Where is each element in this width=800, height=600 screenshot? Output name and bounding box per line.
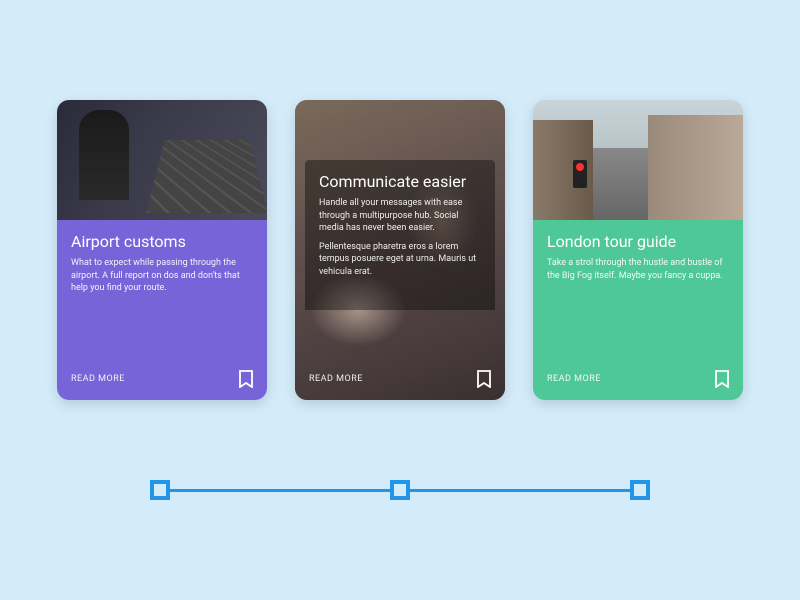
read-more-button[interactable]: READ MORE [547,374,601,384]
bookmark-icon[interactable] [239,370,253,388]
card-footer: READ MORE [57,358,267,400]
bookmark-icon[interactable] [715,370,729,388]
bookmark-icon[interactable] [477,370,491,388]
card-communicate-easier[interactable]: Communicate easier Handle all your messa… [295,100,505,400]
card-body: Communicate easier Handle all your messa… [305,160,495,310]
card-footer: READ MORE [295,358,505,400]
read-more-button[interactable]: READ MORE [71,374,125,384]
card-title: Communicate easier [319,172,481,191]
card-title: London tour guide [547,232,729,251]
card-body: Airport customs What to expect while pas… [57,220,267,400]
cards-container: Airport customs What to expect while pas… [0,0,800,400]
slider-handle[interactable] [150,480,170,500]
read-more-button[interactable]: READ MORE [309,374,363,384]
slider-handle[interactable] [390,480,410,500]
slider-handle[interactable] [630,480,650,500]
slider[interactable] [150,480,650,500]
card-body: London tour guide Take a strol through t… [533,220,743,400]
card-title: Airport customs [71,232,253,251]
card-image [533,100,743,220]
traffic-light-icon [573,160,587,188]
card-footer: READ MORE [533,358,743,400]
card-description: Handle all your messages with ease throu… [319,197,481,279]
card-image [57,100,267,220]
card-london-tour-guide[interactable]: London tour guide Take a strol through t… [533,100,743,400]
card-airport-customs[interactable]: Airport customs What to expect while pas… [57,100,267,400]
card-description: Take a strol through the hustle and bust… [547,257,729,282]
card-description: What to expect while passing through the… [71,257,253,295]
